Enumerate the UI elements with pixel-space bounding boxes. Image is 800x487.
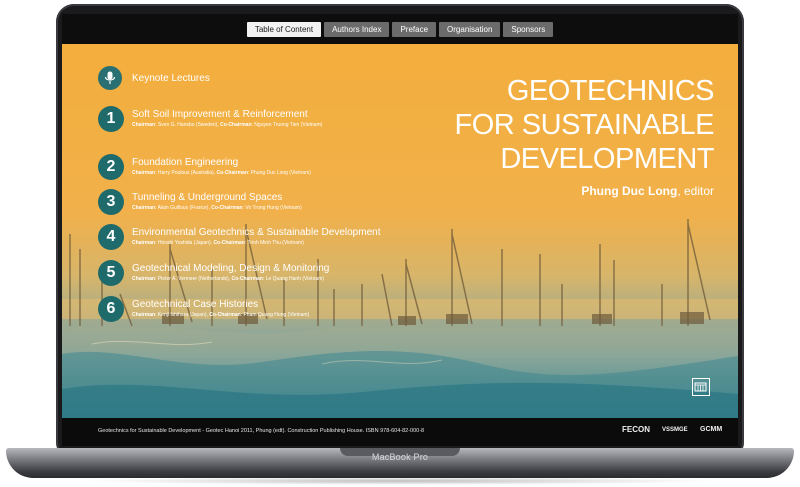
topic-item-5[interactable]: 5 Geotechnical Modeling, Design & Monito… xyxy=(98,260,329,286)
topic-number-badge[interactable]: 4 xyxy=(98,224,124,250)
topic-item-2[interactable]: 2 Foundation Engineering Chairman: Harry… xyxy=(98,154,311,180)
topic-number-badge[interactable]: 1 xyxy=(98,106,124,132)
topic-item-3[interactable]: 3 Tunneling & Underground Spaces Chairma… xyxy=(98,189,302,215)
topic-chairs: Chairman: Harry Poulous (Australia), Co-… xyxy=(132,170,311,176)
topic-text: Geotechnical Modeling, Design & Monitori… xyxy=(132,263,329,283)
topic-title[interactable]: Foundation Engineering xyxy=(132,157,311,169)
building-icon xyxy=(694,382,707,392)
book-cover-hero: Keynote Lectures 1 Soft Soil Improvement… xyxy=(62,44,738,418)
topic-title[interactable]: Geotechnical Modeling, Design & Monitori… xyxy=(132,263,329,275)
laptop-screen: Table of Content Authors Index Preface O… xyxy=(62,14,738,446)
topic-item-1[interactable]: 1 Soft Soil Improvement & Reinforcement … xyxy=(98,106,322,132)
topic-item-4[interactable]: 4 Environmental Geotechnics & Sustainabl… xyxy=(98,224,380,250)
topic-number-badge[interactable]: 5 xyxy=(98,260,124,286)
topic-item-6[interactable]: 6 Geotechnical Case Histories Chairman: … xyxy=(98,296,309,322)
footer-bar: Geotechnics for Sustainable Development … xyxy=(62,418,738,446)
book-title-line-3: DEVELOPMENT xyxy=(500,143,714,175)
topic-chairs: Chairman: Pieter A. Vermeer (Netherlands… xyxy=(132,276,324,282)
topic-text: Environmental Geotechnics & Sustainable … xyxy=(132,227,380,247)
tab-sponsors[interactable]: Sponsors xyxy=(503,22,554,37)
laptop-shadow xyxy=(80,477,720,485)
topic-chairs: Chairman: Alain Guilloux (France), Co-Ch… xyxy=(132,205,302,211)
topic-text: Soft Soil Improvement & Reinforcement Ch… xyxy=(132,109,322,129)
tab-preface[interactable]: Preface xyxy=(392,22,437,37)
topic-title[interactable]: Geotechnical Case Histories xyxy=(132,299,309,311)
topic-text: Geotechnical Case Histories Chairman: Ke… xyxy=(132,299,309,319)
topic-title[interactable]: Soft Soil Improvement & Reinforcement xyxy=(132,109,322,121)
book-title-block: GEOTECHNICS FOR SUSTAINABLE DEVELOPMENT … xyxy=(454,74,715,198)
book-editor: Phung Duc Long, editor xyxy=(581,184,714,198)
topic-title[interactable]: Tunneling & Underground Spaces xyxy=(132,192,302,204)
topic-chairs: Chairman: Sven G. Hansbo (Sweden), Co-Ch… xyxy=(132,122,323,128)
gcmm-logo: GCMM xyxy=(700,426,723,433)
footer-citation: Geotechnics for Sustainable Development … xyxy=(98,428,425,434)
tab-organisation[interactable]: Organisation xyxy=(439,22,501,37)
tab-table-of-content[interactable]: Table of Content xyxy=(246,22,322,37)
topic-text: Tunneling & Underground Spaces Chairman:… xyxy=(132,192,302,212)
topic-title[interactable]: Environmental Geotechnics & Sustainable … xyxy=(132,227,380,239)
book-title-line-2: FOR SUSTAINABLE xyxy=(454,109,715,141)
fecon-logo: FECON xyxy=(622,425,650,434)
topic-text: Foundation Engineering Chairman: Harry P… xyxy=(132,157,311,177)
top-navigation: Table of Content Authors Index Preface O… xyxy=(62,14,738,44)
topic-number-badge[interactable]: 2 xyxy=(98,154,124,180)
topic-number-badge[interactable]: 6 xyxy=(98,296,124,322)
tab-authors-index[interactable]: Authors Index xyxy=(324,22,390,37)
book-title-line-1: GEOTECHNICS xyxy=(506,75,715,107)
topic-chairs: Chairman: Hiroshi Yoshida (Japan), Co-Ch… xyxy=(132,240,304,246)
publisher-book-icon xyxy=(692,378,710,396)
microphone-icon xyxy=(104,71,116,84)
vssmge-logo: VSSMGE xyxy=(662,427,688,433)
topic-number-badge[interactable]: 3 xyxy=(98,189,124,215)
keynote-lectures-link[interactable]: Keynote Lectures xyxy=(98,66,210,90)
topic-chairs: Chairman: Kenji Ishihara (Japan), Co-Cha… xyxy=(132,312,310,318)
keynote-lectures-label: Keynote Lectures xyxy=(132,72,210,84)
device-model-label: MacBook Pro xyxy=(371,452,429,462)
keynote-mic-button[interactable] xyxy=(98,66,122,90)
